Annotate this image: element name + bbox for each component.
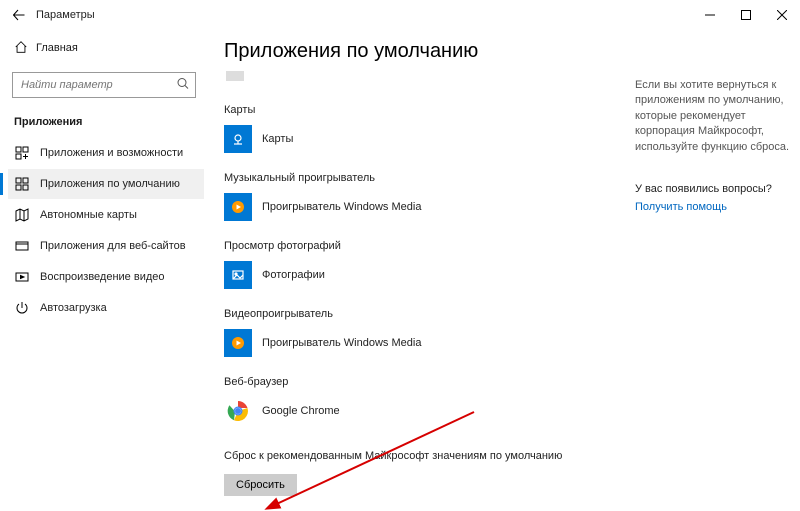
group-label: Карты	[224, 104, 635, 116]
default-apps-icon	[12, 177, 32, 191]
maximize-button[interactable]	[728, 0, 764, 30]
sidebar-item-label: Приложения по умолчанию	[40, 178, 180, 190]
app-name: Карты	[262, 133, 293, 145]
video-playback-icon	[12, 270, 32, 284]
help-link[interactable]: Получить помощь	[635, 201, 790, 213]
main-panel: Приложения по умолчанию Карты Карты Музы…	[204, 30, 635, 511]
reset-button[interactable]: Сбросить	[224, 474, 297, 496]
minimize-button[interactable]	[692, 0, 728, 30]
group-label: Просмотр фотографий	[224, 240, 635, 252]
sidebar-item-label: Автономные карты	[40, 209, 137, 221]
app-name: Проигрыватель Windows Media	[262, 201, 421, 213]
sidebar-item-label: Воспроизведение видео	[40, 271, 165, 283]
app-choice-browser[interactable]: Google Chrome	[224, 394, 635, 428]
help-column: Если вы хотите вернуться к приложениям п…	[635, 30, 800, 511]
search-icon	[177, 78, 189, 93]
wmp-app-icon	[224, 329, 252, 357]
sidebar-item-offline-maps[interactable]: Автономные карты	[8, 200, 204, 230]
group-label: Музыкальный проигрыватель	[224, 172, 635, 184]
window-title: Параметры	[36, 9, 95, 21]
apps-features-icon	[12, 146, 32, 160]
group-maps: Карты Карты	[224, 104, 635, 156]
app-choice-video[interactable]: Проигрыватель Windows Media	[224, 326, 635, 360]
group-photos: Просмотр фотографий Фотографии	[224, 240, 635, 292]
page-title: Приложения по умолчанию	[224, 40, 635, 63]
sidebar-item-apps-websites[interactable]: Приложения для веб-сайтов	[8, 231, 204, 261]
wmp-app-icon	[224, 193, 252, 221]
group-video: Видеопроигрыватель Проигрыватель Windows…	[224, 308, 635, 360]
sidebar-item-label: Приложения для веб-сайтов	[40, 240, 186, 252]
app-name: Google Chrome	[262, 405, 340, 417]
help-text: Если вы хотите вернуться к приложениям п…	[635, 78, 790, 155]
app-choice-maps[interactable]: Карты	[224, 122, 635, 156]
sidebar-item-default-apps[interactable]: Приложения по умолчанию	[8, 169, 204, 199]
settings-window: Параметры Главная	[0, 0, 800, 511]
home-label: Главная	[36, 42, 78, 54]
group-reset: Сброс к рекомендованным Майкрософт значе…	[224, 450, 635, 496]
help-question: У вас появились вопросы?	[635, 183, 790, 195]
close-button[interactable]	[764, 0, 800, 30]
maps-app-icon	[224, 125, 252, 153]
sidebar-section-header: Приложения	[8, 110, 204, 138]
app-choice-photos[interactable]: Фотографии	[224, 258, 635, 292]
sidebar-item-label: Автозагрузка	[40, 302, 107, 314]
back-button[interactable]	[8, 4, 30, 26]
app-name: Фотографии	[262, 269, 325, 281]
sidebar-item-video-playback[interactable]: Воспроизведение видео	[8, 262, 204, 292]
sidebar-item-label: Приложения и возможности	[40, 147, 183, 159]
group-label: Веб-браузер	[224, 376, 635, 388]
group-label: Видеопроигрыватель	[224, 308, 635, 320]
home-button[interactable]: Главная	[8, 32, 204, 64]
app-name: Проигрыватель Windows Media	[262, 337, 421, 349]
stub-icon	[226, 71, 244, 81]
titlebar: Параметры	[0, 0, 800, 30]
chrome-app-icon	[224, 397, 252, 425]
startup-icon	[12, 301, 32, 315]
search-input[interactable]	[13, 79, 195, 91]
app-choice-music[interactable]: Проигрыватель Windows Media	[224, 190, 635, 224]
sidebar: Главная Приложения Приложен	[0, 30, 204, 511]
photos-app-icon	[224, 261, 252, 289]
home-icon	[14, 40, 28, 57]
reset-section-label: Сброс к рекомендованным Майкрософт значе…	[224, 450, 635, 462]
search-box[interactable]	[12, 72, 196, 98]
group-browser: Веб-браузер Google Chrome	[224, 376, 635, 428]
apps-websites-icon	[12, 239, 32, 253]
group-music: Музыкальный проигрыватель Проигрыватель …	[224, 172, 635, 224]
sidebar-item-apps-features[interactable]: Приложения и возможности	[8, 138, 204, 168]
offline-maps-icon	[12, 208, 32, 222]
sidebar-item-startup[interactable]: Автозагрузка	[8, 293, 204, 323]
